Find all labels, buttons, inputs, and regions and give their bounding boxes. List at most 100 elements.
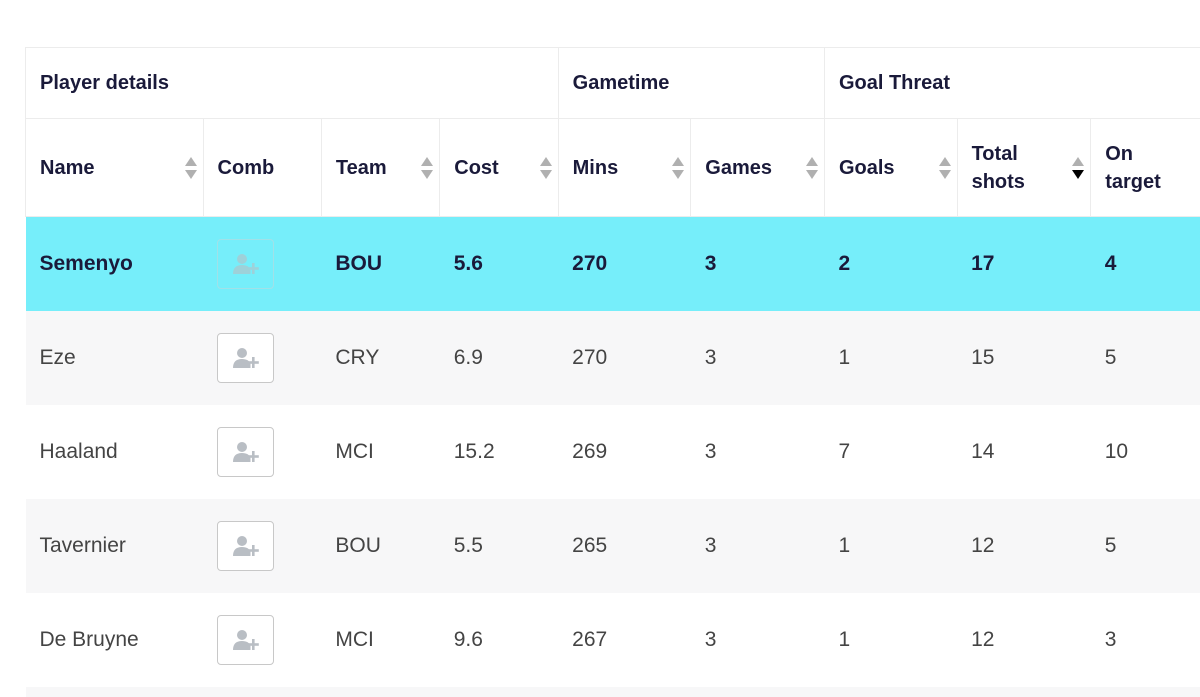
add-to-comparison-button[interactable] (217, 333, 274, 383)
cell-comb (203, 499, 321, 593)
cell-name[interactable]: De Bruyne (26, 593, 204, 687)
sort-up-icon (672, 157, 684, 166)
sort-down-icon (806, 170, 818, 179)
sort-down-icon (421, 170, 433, 179)
add-to-comparison-button[interactable] (217, 239, 274, 289)
column-header-ont[interactable]: On target (1091, 119, 1200, 217)
sort-icon[interactable] (806, 157, 818, 179)
sort-icon[interactable] (185, 157, 197, 179)
sort-icon[interactable] (939, 157, 951, 179)
cell-team: MCI (321, 593, 439, 687)
cell-comb (203, 593, 321, 687)
column-label: Goals (839, 154, 895, 182)
column-header-comb: Comb (203, 119, 321, 217)
cell-mins: 270 (558, 311, 691, 405)
cell-games: 3 (691, 217, 825, 312)
cell-cost: 6.9 (440, 311, 558, 405)
column-label: Games (705, 154, 772, 182)
sort-up-icon (421, 157, 433, 166)
cell-name[interactable]: Eze (26, 311, 204, 405)
cell-ont: 3 (1091, 593, 1200, 687)
column-label: Name (40, 154, 94, 182)
group-header-player-details: Player details (26, 48, 559, 119)
column-header-team[interactable]: Team (321, 119, 439, 217)
sort-icon[interactable] (1072, 157, 1084, 179)
sort-down-icon (939, 170, 951, 179)
add-user-icon (231, 534, 261, 558)
cell-ont: 5 (1091, 499, 1200, 593)
table-row[interactable]: EzeCRY6.927031155 (26, 311, 1200, 405)
add-to-comparison-button[interactable] (217, 521, 274, 571)
table-row[interactable]: De BruyneMCI9.626731123 (26, 593, 1200, 687)
column-header-mins[interactable]: Mins (558, 119, 691, 217)
add-to-comparison-button[interactable] (217, 427, 274, 477)
cell-comb (203, 217, 321, 312)
sort-down-icon (1072, 170, 1084, 179)
sort-up-icon (540, 157, 552, 166)
table-row[interactable]: TavernierBOU5.526531125 (26, 499, 1200, 593)
column-header-name[interactable]: Name (26, 119, 204, 217)
sort-up-icon (939, 157, 951, 166)
cell-team: BOU (321, 217, 439, 312)
column-header-goals[interactable]: Goals (824, 119, 957, 217)
cell-mins: 265 (558, 499, 691, 593)
column-label: Mins (573, 154, 619, 182)
cell-games: 3 (691, 499, 825, 593)
cell-goals: 2 (824, 217, 957, 312)
sort-icon[interactable] (540, 157, 552, 179)
add-user-icon (231, 346, 261, 370)
group-header-goal-threat: Goal Threat (824, 48, 1200, 119)
column-header-games[interactable]: Games (691, 119, 825, 217)
cell-name[interactable]: Haaland (26, 405, 204, 499)
sort-up-icon (806, 157, 818, 166)
column-label: Total shots (972, 140, 1042, 196)
table-row[interactable]: Semenyo BOU5.627032174 (26, 217, 1200, 312)
column-label: Comb (218, 154, 275, 182)
sort-icon[interactable] (672, 157, 684, 179)
cell-games: 3 (691, 593, 825, 687)
cell-ont: 10 (1091, 405, 1200, 499)
cell-shots: 17 (957, 217, 1091, 312)
column-label: On target (1105, 140, 1175, 196)
group-header-gametime: Gametime (558, 48, 824, 119)
cell-comb (203, 405, 321, 499)
table-row[interactable]: HaalandMCI15.2269371410 (26, 405, 1200, 499)
cell-ont: 5 (1091, 311, 1200, 405)
cell-ont: 4 (1091, 217, 1200, 312)
column-label: Cost (454, 154, 498, 182)
cell-mins: 267 (558, 593, 691, 687)
cell-cost: 5.6 (440, 217, 558, 312)
cell-cost: 5.5 (440, 499, 558, 593)
column-header-cost[interactable]: Cost (440, 119, 558, 217)
cell-comb (203, 311, 321, 405)
cell-games: 3 (691, 311, 825, 405)
cell-goals: 1 (824, 593, 957, 687)
sort-up-icon (185, 157, 197, 166)
cell-name[interactable]: Tavernier (26, 499, 204, 593)
cell-goals: 1 (824, 499, 957, 593)
cell-shots: 14 (957, 405, 1091, 499)
add-to-comparison-button[interactable] (217, 615, 274, 665)
add-user-icon (231, 252, 261, 276)
cell-cost: 15.2 (440, 405, 558, 499)
player-stats-table: Player details Gametime Goal Threat Name… (25, 47, 1200, 697)
cell-games: 3 (691, 405, 825, 499)
sort-down-icon (540, 170, 552, 179)
cell-mins: 270 (558, 217, 691, 312)
row-fragment (26, 687, 1200, 697)
add-user-icon (231, 628, 261, 652)
cell-cost: 9.6 (440, 593, 558, 687)
sort-up-icon (1072, 157, 1084, 166)
cell-team: BOU (321, 499, 439, 593)
column-header-shots[interactable]: Total shots (957, 119, 1091, 217)
cell-shots: 12 (957, 593, 1091, 687)
cell-team: MCI (321, 405, 439, 499)
cell-shots: 15 (957, 311, 1091, 405)
sort-icon[interactable] (421, 157, 433, 179)
cell-name[interactable]: Semenyo (26, 217, 204, 312)
cell-mins: 269 (558, 405, 691, 499)
cell-team: CRY (321, 311, 439, 405)
sort-down-icon (185, 170, 197, 179)
add-user-icon (231, 440, 261, 464)
table-row-partial (26, 687, 1200, 697)
